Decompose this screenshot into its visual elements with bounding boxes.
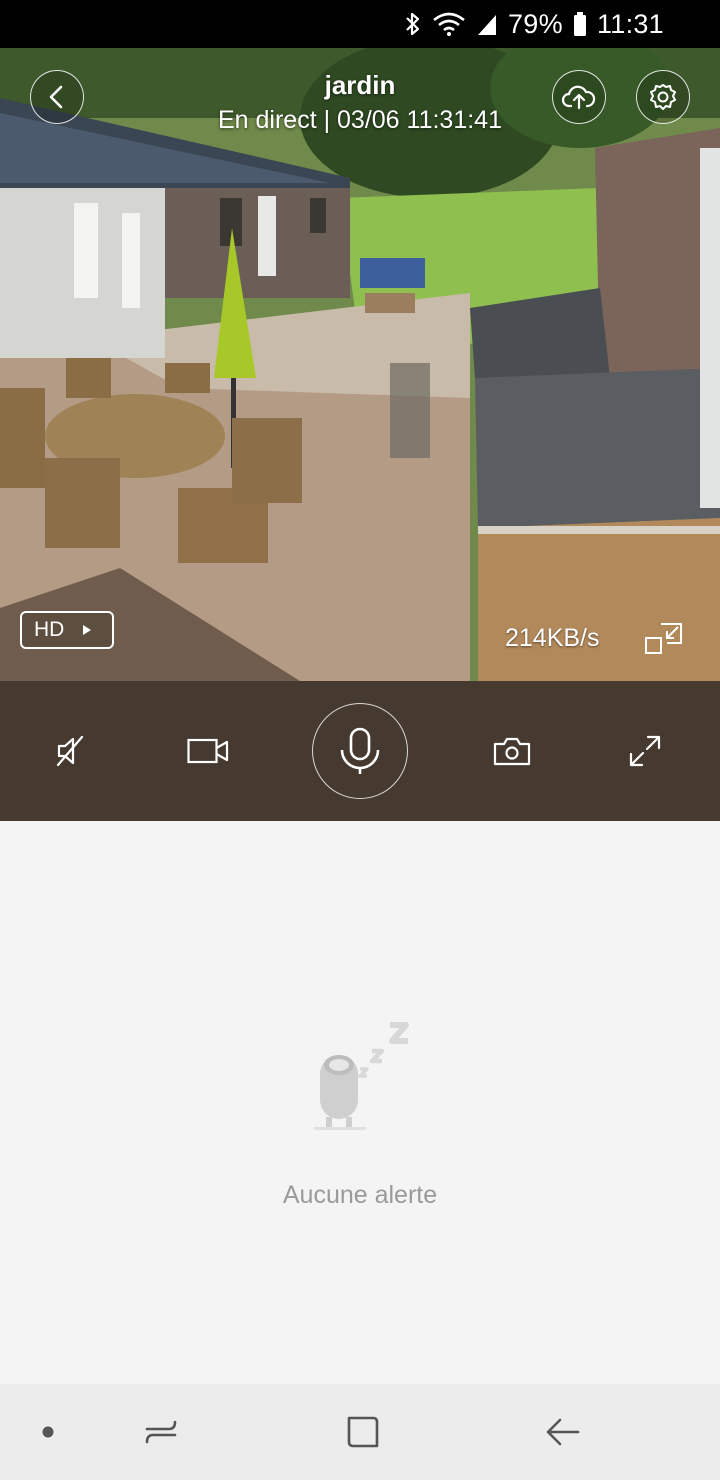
battery-icon: [573, 12, 586, 36]
sleeping-camera-mascot-icon: [314, 1022, 409, 1130]
quality-label: HD: [34, 618, 65, 641]
control-bar: [0, 681, 720, 821]
home-button[interactable]: [338, 1384, 388, 1480]
data-rate: 214KB/s: [505, 624, 600, 652]
mute-icon: [56, 735, 84, 767]
mute-button[interactable]: [40, 681, 100, 821]
microphone-icon: [340, 727, 380, 774]
settings-button[interactable]: [636, 70, 690, 124]
empty-alerts-message: Aucune alerte: [282, 1181, 438, 1209]
back-icon: [546, 1418, 580, 1446]
recents-button[interactable]: [136, 1384, 186, 1480]
back-arrow-icon: [49, 85, 63, 109]
live-timestamp: En direct | 03/06 11:31:41: [217, 106, 502, 134]
fullscreen-icon: [629, 735, 661, 767]
camera-feed-image: [0, 48, 720, 681]
bluetooth-icon: [406, 12, 420, 36]
snapshot-button[interactable]: [482, 681, 542, 821]
play-triangle-icon: [83, 625, 92, 635]
system-nav-bar: [0, 1384, 720, 1480]
battery-percent: 79%: [507, 8, 563, 39]
status-icons: 79% 11:31: [404, 0, 664, 48]
nav-dot-button[interactable]: [30, 1384, 66, 1480]
video-record-icon: [187, 738, 229, 764]
home-icon: [347, 1416, 379, 1448]
status-bar: 79% 11:31: [0, 0, 720, 48]
cloud-upload-button[interactable]: [552, 70, 606, 124]
quality-toggle-button[interactable]: HD: [20, 611, 114, 649]
shrink-window-button[interactable]: [645, 621, 683, 655]
nav-back-button[interactable]: [538, 1384, 588, 1480]
gear-icon: [650, 84, 676, 110]
camera-title: jardin: [324, 70, 396, 100]
live-video-view[interactable]: jardin En direct | 03/06 11:31:41 HD 214…: [0, 48, 720, 681]
clock: 11:31: [596, 8, 664, 39]
cloud-upload-icon: [562, 85, 596, 110]
recents-icon: [145, 1420, 177, 1444]
fullscreen-button[interactable]: [615, 681, 675, 821]
wifi-icon: [433, 12, 465, 36]
camera-snapshot-icon: [493, 737, 531, 766]
back-button[interactable]: [30, 70, 84, 124]
talk-button[interactable]: [312, 703, 408, 799]
record-button[interactable]: [178, 681, 238, 821]
signal-icon: [477, 15, 496, 35]
nav-dot-icon: [42, 1426, 54, 1438]
shrink-window-icon: [645, 623, 682, 654]
alerts-panel: Aucune alerte: [0, 821, 720, 1384]
